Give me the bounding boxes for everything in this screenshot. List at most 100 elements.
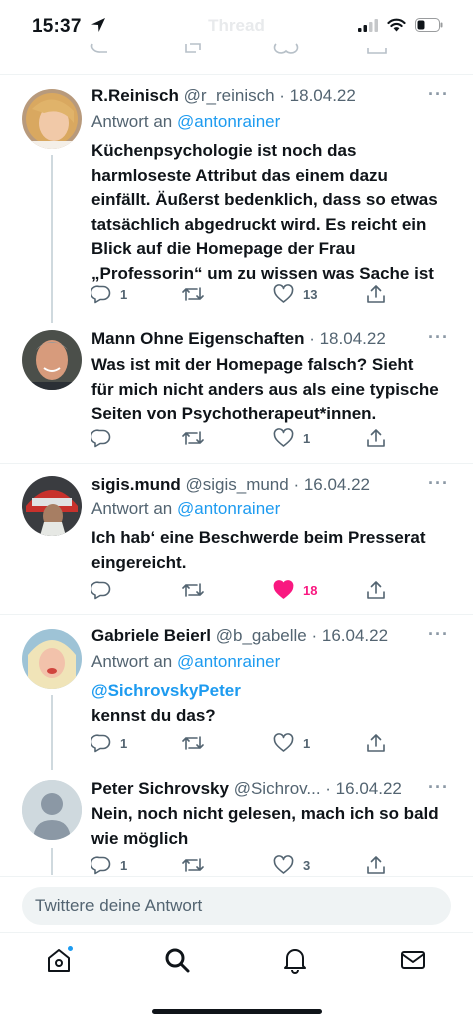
retweet-icon (182, 583, 204, 597)
reply-button[interactable] (91, 580, 120, 600)
tweet[interactable]: Mann Ohne Eigenschaften · 18.04.22 ··· W… (0, 323, 473, 463)
author-name[interactable]: Mann Ohne Eigenschaften (91, 329, 304, 348)
reply-mention-link[interactable]: @antonrainer (177, 652, 280, 671)
tab-search[interactable] (162, 945, 192, 975)
tweet-date: · 16.04.22 (293, 475, 371, 494)
like-button[interactable]: 13 (273, 284, 317, 304)
battery-icon (415, 18, 443, 32)
home-indicator (152, 1009, 322, 1014)
like-count: 3 (303, 857, 311, 873)
reply-mention-link[interactable]: @antonrainer (177, 112, 280, 131)
previous-tweet-actions (90, 43, 387, 54)
status-time: 15:37 (32, 16, 82, 37)
search-icon (165, 948, 190, 973)
tweet[interactable]: sigis.mund @sigis_mund · 16.04.22 ··· An… (0, 464, 473, 614)
reply-mention-link[interactable]: @antonrainer (177, 499, 280, 518)
avatar[interactable] (22, 629, 82, 689)
share-button[interactable] (366, 580, 386, 600)
more-options-button[interactable]: ··· (428, 84, 449, 105)
author-name[interactable]: Gabriele Beierl (91, 626, 211, 645)
avatar[interactable] (22, 89, 82, 149)
tweet-text: Ich hab‘ eine Beschwerde beim Presserat … (91, 526, 451, 575)
avatar-image (22, 629, 82, 689)
retweet-button[interactable] (182, 580, 213, 600)
tweet[interactable]: Gabriele Beierl @b_gabelle · 16.04.22 ··… (0, 615, 473, 770)
tweet-text-line: Küchenpsychologie ist noch das (91, 141, 357, 160)
avatar-image (22, 89, 82, 149)
retweet-button[interactable] (182, 428, 213, 448)
reply-prefix: Antwort an (91, 652, 173, 671)
tweet-header: Peter Sichrovsky @Sichrov... · 16.04.22 (91, 779, 449, 799)
reply-button[interactable]: 1 (91, 284, 127, 304)
share-button[interactable] (366, 855, 386, 875)
tab-notifications[interactable] (280, 945, 310, 975)
more-options-button[interactable]: ··· (428, 327, 449, 348)
status-indicators (358, 18, 443, 32)
heart-filled-icon (273, 580, 294, 599)
more-options-button[interactable]: ··· (428, 777, 449, 798)
tab-messages[interactable] (398, 945, 428, 975)
author-name[interactable]: R.Reinisch (91, 86, 179, 105)
location-arrow-icon (91, 18, 105, 32)
reply-button[interactable]: 1 (91, 733, 127, 753)
share-icon (367, 581, 385, 599)
tweet-text-line: Blick auf die Homepage der Frau (91, 239, 356, 258)
retweet-button[interactable] (182, 284, 213, 304)
tab-home[interactable] (44, 945, 74, 975)
tweet-text-line: harmloseste Attribut das einem dazu (91, 165, 388, 185)
tweet-date: · 18.04.22 (279, 86, 356, 105)
like-button[interactable]: 1 (273, 733, 310, 753)
like-button[interactable]: 18 (273, 580, 317, 600)
mention-link[interactable]: @SichrovskyPeter (91, 679, 451, 704)
tweet-actions: 1 3 (91, 855, 391, 875)
like-count: 13 (303, 286, 318, 302)
more-options-button[interactable]: ··· (428, 624, 449, 645)
messages-icon (401, 951, 425, 969)
tweet-header: Gabriele Beierl @b_gabelle · 16.04.22 (91, 626, 449, 646)
tweet-date: · 18.04.22 (309, 329, 386, 348)
retweet-button[interactable] (182, 855, 213, 875)
share-button[interactable] (366, 733, 386, 753)
tweet-text: @SichrovskyPeter kennst du das? (91, 679, 451, 728)
tweet-text-line: eingereicht. (91, 552, 187, 572)
like-count: 1 (303, 430, 311, 446)
tweet-header: sigis.mund @sigis_mund · 16.04.22 (91, 475, 449, 495)
like-button[interactable]: 1 (273, 428, 310, 448)
heart-icon (273, 733, 294, 752)
like-button[interactable]: 3 (273, 855, 310, 875)
tweet-text: Küchenpsychologie ist noch das harmloses… (91, 139, 451, 286)
tweet[interactable]: Peter Sichrovsky @Sichrov... · 16.04.22 … (0, 770, 473, 875)
author-name[interactable]: sigis.mund (91, 475, 181, 494)
retweet-button[interactable] (182, 733, 213, 753)
avatar[interactable] (22, 780, 82, 840)
tweet-text-line: Nein, noch nicht gelesen, mach ich so ba… (91, 804, 439, 823)
reply-input[interactable]: Twittere deine Antwort (22, 887, 451, 925)
avatar[interactable] (22, 476, 82, 536)
reply-prefix: Antwort an (91, 112, 173, 131)
default-avatar-icon (22, 780, 82, 840)
reply-icon (91, 285, 111, 304)
share-button[interactable] (366, 428, 386, 448)
tweet-actions: 1 (91, 428, 391, 450)
reply-button[interactable] (91, 428, 120, 448)
wifi-icon (387, 18, 406, 32)
author-handle: @sigis_mund (185, 475, 289, 494)
reply-button[interactable]: 1 (91, 855, 127, 875)
retweet-icon (182, 431, 204, 445)
tweet-header: R.Reinisch @r_reinisch · 18.04.22 (91, 86, 449, 106)
author-handle: @b_gabelle (215, 626, 307, 645)
like-count: 1 (303, 735, 311, 751)
author-name[interactable]: Peter Sichrovsky (91, 779, 229, 798)
like-count: 18 (303, 582, 318, 598)
reply-icon (91, 856, 111, 875)
avatar[interactable] (22, 330, 82, 390)
notification-dot (67, 945, 74, 952)
share-button[interactable] (366, 284, 386, 304)
reply-icon (91, 429, 111, 448)
share-icon (367, 285, 385, 303)
tweet[interactable]: R.Reinisch @r_reinisch · 18.04.22 ··· An… (0, 75, 473, 323)
tweet-text-line: tatsächlich abgedruckt wird. Es reicht e… (91, 214, 427, 234)
notifications-icon (284, 949, 306, 974)
more-options-button[interactable]: ··· (428, 473, 449, 494)
author-handle: @Sichrov... (233, 779, 321, 798)
